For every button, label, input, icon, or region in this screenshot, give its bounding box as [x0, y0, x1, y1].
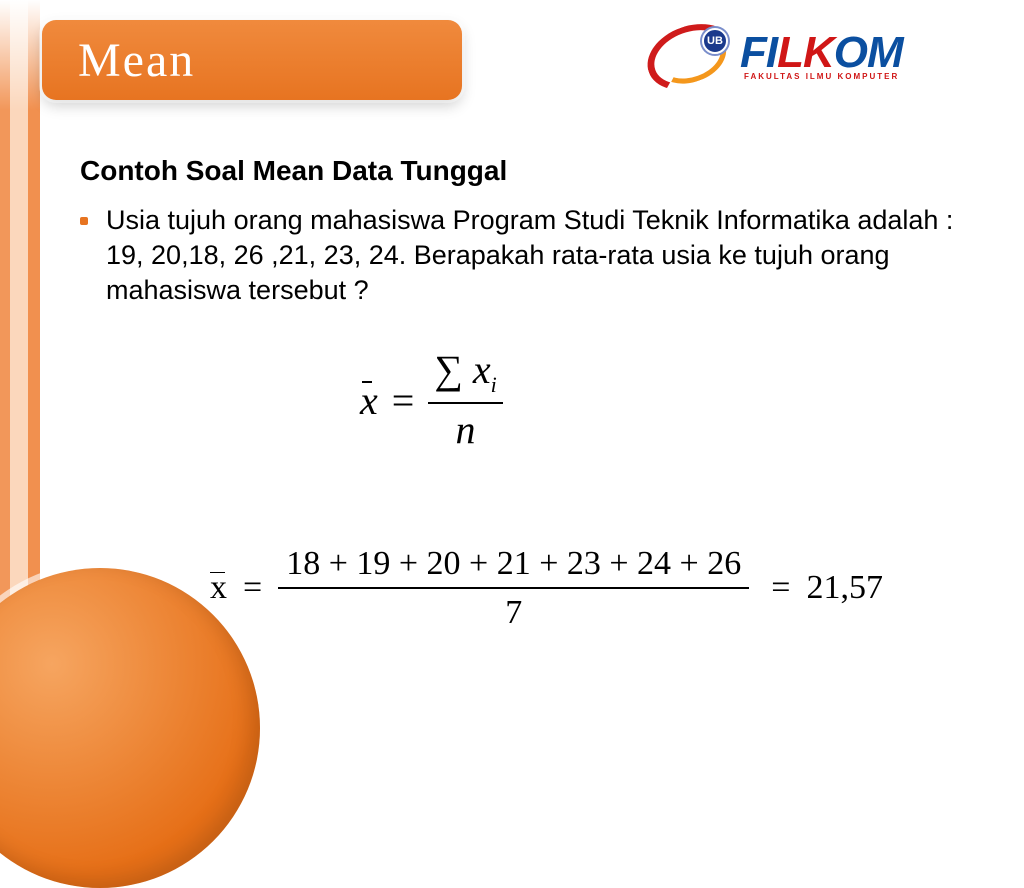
logo-mark: UB	[652, 26, 730, 88]
denominator: n	[450, 404, 482, 450]
x-bar-symbol: x	[210, 569, 227, 607]
logo-wordmark: FI LK OM	[740, 33, 903, 73]
fraction: 18 + 19 + 20 + 21 + 23 + 24 + 26 7	[278, 540, 749, 636]
logo-word-part-1: FI	[740, 33, 777, 73]
content-area: Contoh Soal Mean Data Tunggal Usia tujuh…	[80, 155, 984, 308]
bullet-item: Usia tujuh orang mahasiswa Program Studi…	[80, 203, 984, 308]
x-bar-symbol: x	[360, 377, 378, 424]
logo-text: FI LK OM FAKULTAS ILMU KOMPUTER	[740, 33, 903, 82]
logo-badge: UB	[702, 28, 728, 54]
fraction: ∑ xi n	[428, 350, 502, 450]
equals-sign: =	[392, 377, 415, 424]
institution-logo: UB FI LK OM FAKULTAS ILMU KOMPUTER	[652, 22, 1002, 92]
slide-title-pill: Mean	[42, 20, 462, 100]
equals-sign: =	[243, 569, 262, 607]
sigma-symbol: ∑	[434, 347, 463, 392]
mean-formula-definition: x = ∑ xi n	[360, 350, 503, 450]
numerator: 18 + 19 + 20 + 21 + 23 + 24 + 26	[278, 540, 749, 587]
body-text: Usia tujuh orang mahasiswa Program Studi…	[106, 203, 984, 308]
slide-title: Mean	[78, 33, 195, 88]
logo-word-part-3: OM	[834, 33, 903, 73]
mean-formula-computation: x = 18 + 19 + 20 + 21 + 23 + 24 + 26 7 =…	[210, 540, 883, 636]
bullet-icon	[80, 217, 88, 225]
denominator: 7	[497, 589, 530, 636]
numerator: ∑ xi	[428, 350, 502, 402]
equals-sign: =	[771, 569, 790, 607]
x-var: x	[473, 347, 491, 392]
logo-word-part-2: LK	[777, 33, 834, 73]
subscript-i: i	[491, 372, 497, 397]
result-value: 21,57	[806, 569, 883, 607]
logo-subtitle: FAKULTAS ILMU KOMPUTER	[744, 72, 899, 81]
subheading: Contoh Soal Mean Data Tunggal	[80, 155, 984, 187]
